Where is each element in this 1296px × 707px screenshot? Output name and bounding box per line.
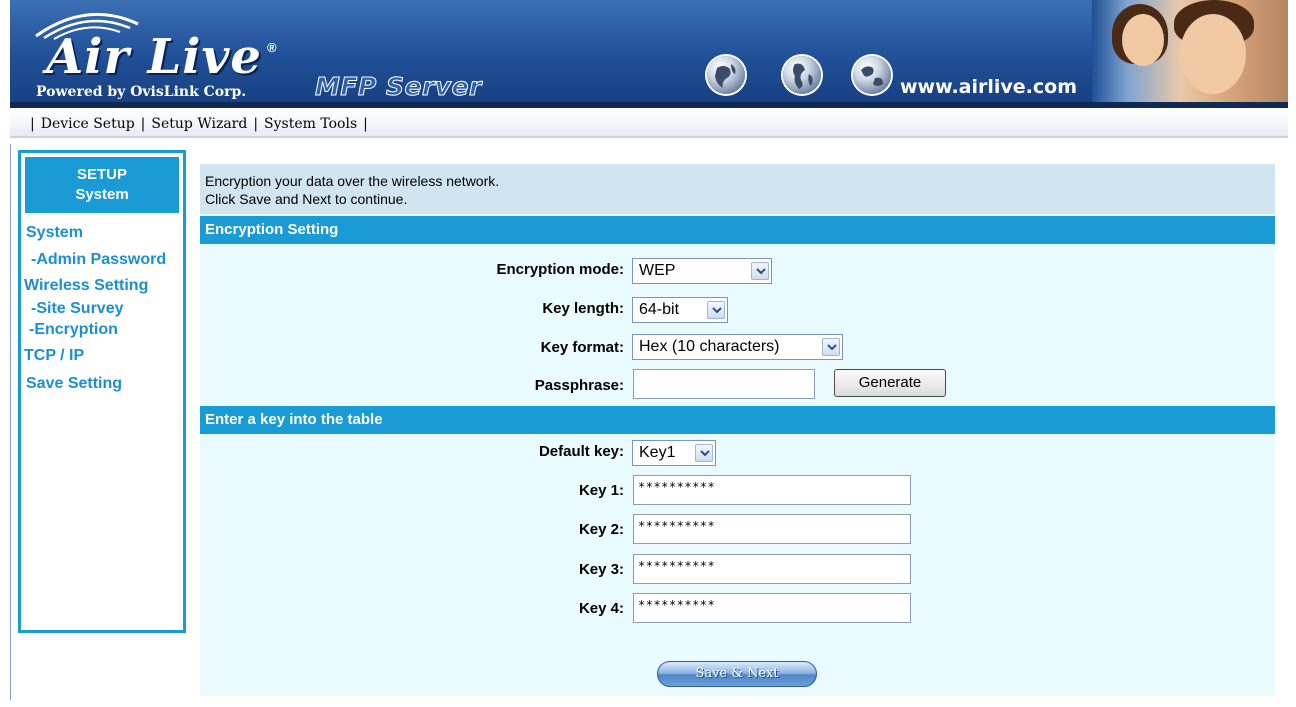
page-left-border xyxy=(10,144,11,700)
header-banner: Air Live ® Powered by OvisLink Corp. MFP… xyxy=(10,0,1288,108)
globe-icon xyxy=(707,56,745,94)
section-key-table: Enter a key into the table xyxy=(200,406,1275,434)
sidebar-item-system[interactable]: System xyxy=(26,224,83,242)
nav-setup-wizard[interactable]: Setup Wizard xyxy=(151,116,247,132)
key-length-value: 64-bit xyxy=(639,301,680,318)
generate-button[interactable]: Generate xyxy=(834,369,946,397)
key-format-select[interactable]: Hex (10 characters) xyxy=(632,334,843,360)
key-1-label: Key 1: xyxy=(578,482,624,499)
intro-line-2: Click Save and Next to continue. xyxy=(205,191,408,207)
intro-line-1: Encryption your data over the wireless n… xyxy=(205,173,500,189)
sidebar-header: SETUP System xyxy=(25,157,179,213)
sidebar-item-site-survey[interactable]: -Site Survey xyxy=(31,300,123,318)
key-2-input[interactable]: ********** xyxy=(633,514,911,544)
key-4-label: Key 4: xyxy=(578,600,624,617)
globe-icon xyxy=(853,56,891,94)
chevron-down-icon[interactable] xyxy=(822,338,840,356)
main-content: Encryption your data over the wireless n… xyxy=(200,164,1275,696)
chevron-down-icon[interactable] xyxy=(751,262,769,280)
sidebar-item-tcp-ip[interactable]: TCP / IP xyxy=(24,347,84,365)
passphrase-label: Passphrase: xyxy=(534,377,624,394)
sidebar-item-wireless-setting[interactable]: Wireless Setting xyxy=(24,277,148,295)
default-key-select[interactable]: Key1 xyxy=(632,440,716,466)
logo-tagline: Powered by OvisLink Corp. xyxy=(36,84,247,100)
chevron-down-icon[interactable] xyxy=(695,444,713,462)
encryption-mode-select[interactable]: WEP xyxy=(632,258,772,284)
key-4-input[interactable]: ********** xyxy=(633,593,911,623)
sidebar-header-subtitle: System xyxy=(75,186,129,203)
encryption-mode-label: Encryption mode: xyxy=(496,261,624,278)
sidebar-item-encryption[interactable]: -Encryption xyxy=(29,321,118,339)
top-navigation: | Device Setup | Setup Wizard | System T… xyxy=(10,112,1288,138)
key-format-label: Key format: xyxy=(540,339,624,356)
default-key-label: Default key: xyxy=(538,443,624,460)
banner-photo xyxy=(1092,0,1288,102)
save-next-button[interactable]: Save & Next xyxy=(657,661,817,687)
sidebar-header-title: SETUP xyxy=(76,166,127,183)
passphrase-input[interactable] xyxy=(633,369,815,399)
airlive-logo: Air Live xyxy=(46,29,262,85)
section-encryption-setting: Encryption Setting xyxy=(200,216,1275,244)
sidebar-item-save-setting[interactable]: Save Setting xyxy=(26,375,122,393)
chevron-down-icon[interactable] xyxy=(707,301,725,319)
registered-mark: ® xyxy=(267,40,277,55)
globe-icon xyxy=(783,56,821,94)
key-length-select[interactable]: 64-bit xyxy=(632,297,728,323)
key-length-label: Key length: xyxy=(542,300,624,317)
sidebar: SETUP System System -Admin Password Wire… xyxy=(18,150,186,633)
key-1-input[interactable]: ********** xyxy=(633,475,911,505)
key-2-label: Key 2: xyxy=(578,521,624,538)
product-name: MFP Server xyxy=(315,72,482,102)
website-url: www.airlive.com xyxy=(900,76,1077,98)
nav-system-tools[interactable]: System Tools xyxy=(264,116,357,132)
sidebar-item-admin-password[interactable]: -Admin Password xyxy=(31,251,166,269)
banner-stripe xyxy=(10,102,1288,108)
key-3-label: Key 3: xyxy=(578,561,624,578)
key-3-input[interactable]: ********** xyxy=(633,554,911,584)
default-key-value: Key1 xyxy=(639,444,676,461)
key-format-value: Hex (10 characters) xyxy=(639,338,780,355)
nav-device-setup[interactable]: Device Setup xyxy=(41,116,135,132)
encryption-mode-value: WEP xyxy=(639,262,676,279)
intro-text: Encryption your data over the wireless n… xyxy=(200,164,1275,214)
